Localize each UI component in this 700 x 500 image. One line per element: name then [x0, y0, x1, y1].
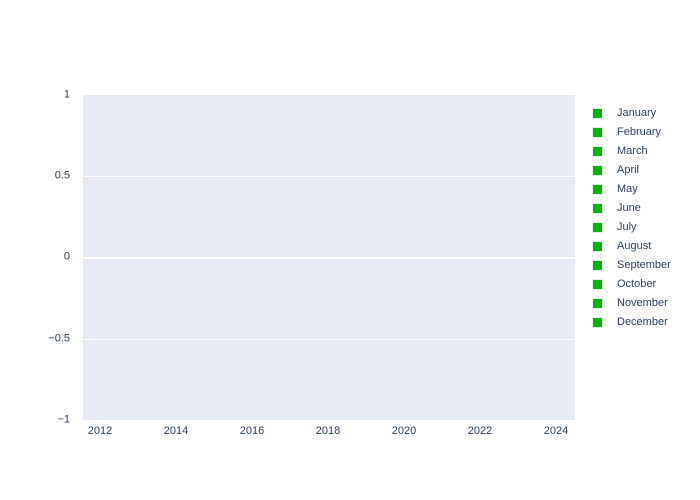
legend-item-label: July — [617, 221, 637, 233]
legend-swatch-icon — [592, 127, 603, 138]
x-tick-label: 2018 — [315, 425, 341, 437]
chart-legend: January February March April May June Ju… — [592, 104, 696, 332]
legend-item-july[interactable]: July — [592, 218, 696, 237]
legend-item-label: March — [617, 145, 648, 157]
legend-item-august[interactable]: August — [592, 237, 696, 256]
legend-item-label: April — [617, 164, 640, 176]
legend-item-march[interactable]: March — [592, 142, 696, 161]
y-tick-label: 0 — [63, 250, 70, 263]
legend-item-label: November — [617, 297, 668, 309]
x-tick-label: 2014 — [163, 425, 189, 437]
legend-item-january[interactable]: January — [592, 104, 696, 123]
legend-item-label: February — [617, 126, 662, 138]
legend-swatch-icon — [592, 203, 603, 214]
chart-figure: 1 0.5 0 −0.5 −1 2012 2014 2016 2018 2020… — [0, 0, 700, 500]
legend-item-label: June — [617, 202, 641, 214]
legend-item-december[interactable]: December — [592, 313, 696, 332]
legend-item-label: December — [617, 316, 668, 328]
legend-item-june[interactable]: June — [592, 199, 696, 218]
gridline--0.5 — [83, 339, 575, 340]
legend-item-may[interactable]: May — [592, 180, 696, 199]
x-axis: 2012 2014 2016 2018 2020 2022 2024 — [83, 424, 575, 444]
legend-item-label: August — [617, 240, 652, 252]
legend-swatch-icon — [592, 165, 603, 176]
y-tick-label: 1 — [63, 88, 70, 101]
legend-swatch-icon — [592, 241, 603, 252]
gridline-0.5 — [83, 176, 575, 177]
legend-item-april[interactable]: April — [592, 161, 696, 180]
legend-item-november[interactable]: November — [592, 294, 696, 313]
legend-swatch-icon — [592, 317, 603, 328]
y-tick-label: −1 — [57, 413, 70, 426]
plot-area[interactable] — [83, 95, 575, 420]
legend-swatch-icon — [592, 298, 603, 309]
legend-item-october[interactable]: October — [592, 275, 696, 294]
legend-swatch-icon — [592, 222, 603, 233]
legend-swatch-icon — [592, 279, 603, 290]
x-tick-label: 2016 — [239, 425, 265, 437]
legend-item-label: January — [617, 107, 657, 119]
legend-swatch-icon — [592, 108, 603, 119]
legend-swatch-icon — [592, 146, 603, 157]
legend-item-label: May — [617, 183, 638, 195]
y-tick-label: 0.5 — [54, 169, 70, 182]
legend-item-september[interactable]: September — [592, 256, 696, 275]
legend-swatch-icon — [592, 260, 603, 271]
legend-item-february[interactable]: February — [592, 123, 696, 142]
y-axis: 1 0.5 0 −0.5 −1 — [0, 89, 77, 425]
x-tick-label: 2012 — [87, 425, 113, 437]
legend-item-label: September — [617, 259, 671, 271]
legend-item-label: October — [617, 278, 657, 290]
x-tick-label: 2022 — [467, 425, 493, 437]
x-tick-label: 2024 — [543, 425, 569, 437]
x-tick-label: 2020 — [391, 425, 417, 437]
gridline-0 — [83, 257, 575, 259]
legend-swatch-icon — [592, 184, 603, 195]
y-tick-label: −0.5 — [48, 332, 70, 345]
